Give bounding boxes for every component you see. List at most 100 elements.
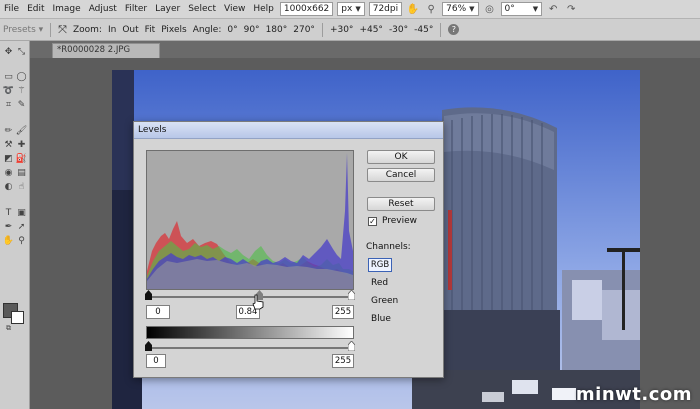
zoom-label: Zoom: — [72, 24, 102, 35]
menu-file[interactable]: File — [0, 4, 23, 14]
eyedropper-icon[interactable]: ✎ — [16, 99, 27, 110]
bucket-icon[interactable]: ⛽ — [16, 153, 27, 164]
zoom-tool-icon[interactable]: ⚲ — [16, 235, 27, 246]
document-tab[interactable]: *R0000028 2.JPG — [52, 43, 160, 58]
rotation-select[interactable]: 0° ▼ — [500, 2, 543, 16]
eraser-icon[interactable]: ◩ — [3, 153, 14, 164]
ellipse-marquee-icon[interactable]: ◯ — [16, 71, 27, 82]
help-icon[interactable]: ? — [445, 24, 462, 35]
image-size-field[interactable]: 1000x662 — [279, 2, 334, 16]
hand-cursor-icon — [252, 294, 264, 310]
crop-icon[interactable]: ⌗ — [3, 99, 14, 110]
smudge-icon[interactable]: ☝ — [16, 181, 27, 192]
lasso-icon[interactable]: ➰ — [3, 85, 14, 96]
pen-tool-icon[interactable]: ✒ — [3, 221, 14, 232]
toolbox: ✥ ⤡ ▭ ◯ ➰ ⚚ ⌗ ✎ ✏ 🖌 ⚒ ✚ ◩ ⛽ ◉ ▤ ◐ ☝ T ▣ … — [0, 41, 30, 409]
shape-tool-icon[interactable]: ▣ — [16, 207, 27, 218]
menu-select[interactable]: Select — [184, 4, 220, 14]
presets-dropdown[interactable]: Presets ▾ — [0, 25, 46, 35]
rotate-minus45-button[interactable]: -45° — [411, 25, 436, 35]
text-tool-icon[interactable]: T — [3, 207, 14, 218]
rotation-value: 0° — [504, 4, 515, 14]
reset-colors-icon[interactable]: ⧉ — [3, 323, 14, 334]
transform-tool-icon[interactable]: ⤡ — [16, 46, 27, 57]
menu-image[interactable]: Image — [49, 4, 85, 14]
channel-red[interactable]: Red — [371, 278, 388, 288]
watermark-text: minwt.com — [575, 384, 692, 405]
ok-button[interactable]: OK — [367, 150, 435, 164]
output-white-field[interactable]: 255 — [332, 354, 354, 368]
move-tool-icon[interactable]: ✥ — [3, 46, 14, 57]
brush-icon[interactable]: 🖌 — [16, 125, 27, 136]
red-eye-icon[interactable]: ◉ — [3, 167, 14, 178]
zoom-value: 76% — [446, 4, 467, 14]
resolution-value: 72dpi — [372, 4, 399, 14]
clone-stamp-icon[interactable]: ⚒ — [3, 139, 14, 150]
menu-filter[interactable]: Filter — [121, 4, 151, 14]
levels-dialog-title[interactable]: Levels — [134, 122, 443, 139]
hand-icon[interactable]: ✋ — [406, 2, 420, 16]
divider — [440, 22, 442, 37]
input-black-handle[interactable] — [145, 290, 152, 300]
output-white-handle[interactable] — [348, 341, 355, 351]
menu-view[interactable]: View — [220, 4, 249, 14]
zoom-pixels-button[interactable]: Pixels — [158, 25, 190, 35]
channel-green[interactable]: Green — [371, 296, 398, 306]
zoom-fit-button[interactable]: Fit — [142, 25, 159, 35]
histogram-graph — [147, 153, 353, 289]
angle-90-button[interactable]: 90° — [241, 25, 263, 35]
levels-histogram — [146, 150, 354, 290]
zoom-in-button[interactable]: In — [105, 25, 119, 35]
presets-label: Presets — [3, 24, 36, 35]
chevron-down-icon: ▼ — [532, 5, 539, 13]
angle-label: Angle: — [192, 24, 222, 35]
rotate-plus30-button[interactable]: +30° — [327, 25, 357, 35]
path-select-icon[interactable]: ➚ — [16, 221, 27, 232]
cancel-button[interactable]: Cancel — [367, 168, 435, 182]
document-tab-title: *R0000028 2.JPG — [57, 45, 131, 55]
divider — [321, 22, 323, 37]
menu-bar: File Edit Image Adjust Filter Layer Sele… — [0, 0, 700, 19]
document-tab-strip: *R0000028 2.JPG — [30, 41, 700, 58]
channel-rgb[interactable]: RGB — [368, 258, 392, 272]
tool-options-bar: Presets ▾ ⤧ Zoom: In Out Fit Pixels Angl… — [0, 19, 700, 41]
output-gradient — [146, 326, 354, 339]
dodge-icon[interactable]: ◐ — [3, 181, 14, 192]
redo-icon[interactable]: ↷ — [564, 2, 578, 16]
heal-icon[interactable]: ✚ — [16, 139, 27, 150]
rotate-plus45-button[interactable]: +45° — [356, 25, 386, 35]
magic-wand-icon[interactable]: ⚚ — [16, 85, 27, 96]
angle-180-button[interactable]: 180° — [263, 25, 291, 35]
input-white-field[interactable]: 255 — [332, 305, 354, 319]
input-white-handle[interactable] — [348, 290, 355, 300]
zoom-out-button[interactable]: Out — [119, 25, 141, 35]
gradient-tool-icon[interactable]: ▤ — [16, 167, 27, 178]
menu-help[interactable]: Help — [249, 4, 278, 14]
levels-dialog: Levels 0 0.84 255 0 255 OK Cancel Reset … — [133, 121, 444, 378]
channel-blue[interactable]: Blue — [371, 314, 391, 324]
undo-icon[interactable]: ↶ — [546, 2, 560, 16]
unit-select[interactable]: px ▼ — [337, 2, 365, 16]
chevron-down-icon: ▼ — [469, 5, 475, 13]
menu-adjust[interactable]: Adjust — [85, 4, 121, 14]
zoom-select[interactable]: 76% ▼ — [442, 2, 479, 16]
pencil-icon[interactable]: ✏ — [3, 125, 14, 136]
input-levels-track[interactable] — [148, 296, 352, 298]
menu-layer[interactable]: Layer — [151, 4, 184, 14]
rotate-minus30-button[interactable]: -30° — [386, 25, 411, 35]
output-levels-track[interactable] — [148, 347, 352, 349]
hand-tool-icon[interactable]: ✋ — [3, 235, 14, 246]
output-black-handle[interactable] — [145, 341, 152, 351]
resolution-field[interactable]: 72dpi — [368, 2, 403, 16]
angle-270-button[interactable]: 270° — [290, 25, 318, 35]
menu-edit[interactable]: Edit — [23, 4, 48, 14]
input-black-field[interactable]: 0 — [146, 305, 170, 319]
output-black-field[interactable]: 0 — [146, 354, 166, 368]
unit-value: px — [341, 4, 353, 14]
reset-button[interactable]: Reset — [367, 197, 435, 211]
angle-0-button[interactable]: 0° — [224, 25, 240, 35]
rotate-icon[interactable]: ◎ — [483, 2, 497, 16]
rect-marquee-icon[interactable]: ▭ — [3, 71, 14, 82]
preview-checkbox[interactable]: ✓ — [368, 217, 377, 226]
zoom-icon[interactable]: ⚲ — [424, 2, 438, 16]
